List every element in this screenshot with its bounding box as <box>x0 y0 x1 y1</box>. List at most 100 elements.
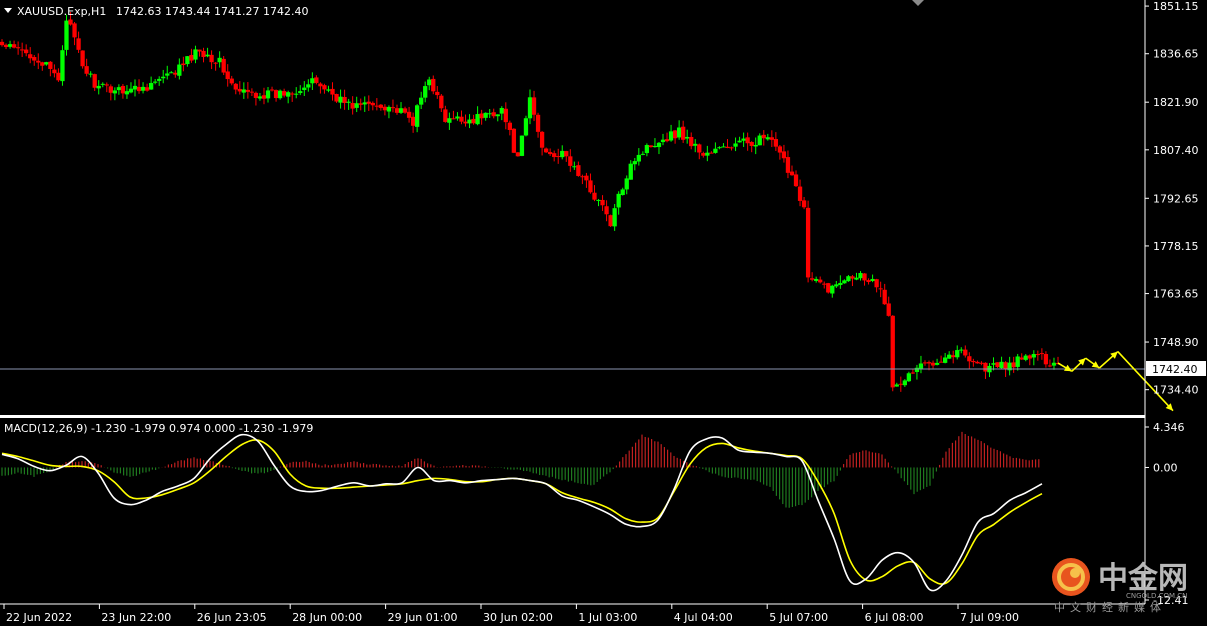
time-tick-label: 1 Jul 03:00 <box>578 611 637 624</box>
candle-body <box>265 90 271 99</box>
candle-body <box>402 108 408 113</box>
candle-body <box>294 93 299 95</box>
candle-body <box>781 151 787 159</box>
candle-body <box>326 89 331 91</box>
candle-body <box>850 276 855 279</box>
candle-body <box>693 143 698 146</box>
candle-body <box>818 279 823 283</box>
candle-body <box>866 280 871 283</box>
candle-body <box>963 349 968 356</box>
candle-body <box>854 277 859 280</box>
candle-body <box>999 361 1004 369</box>
macd-tick-label: 4.346 <box>1153 421 1185 434</box>
candle-body <box>834 284 839 287</box>
candle-body <box>28 54 33 59</box>
candle-body <box>628 163 633 180</box>
candle-body <box>890 315 895 388</box>
candle-body <box>221 58 226 73</box>
price-axis[interactable]: 1851.15 1836.65 1821.90 1807.40 1792.65 1778.… <box>1145 0 1199 397</box>
candle-body <box>1031 354 1036 358</box>
candle-body <box>68 19 73 25</box>
candle-body <box>112 90 118 94</box>
candle-body <box>874 279 879 288</box>
candle-body <box>709 152 714 154</box>
candle-body <box>967 356 972 362</box>
candle-body <box>100 83 105 85</box>
candle-body <box>596 199 601 201</box>
price-tick-label: 1807.40 <box>1153 144 1199 157</box>
candle-body <box>479 113 484 119</box>
candle-body <box>672 130 678 139</box>
candle-body <box>959 349 964 351</box>
candle-body <box>560 150 565 158</box>
panel-separator[interactable] <box>0 415 1145 418</box>
candle-body <box>539 131 545 148</box>
candle-body <box>878 288 883 290</box>
candle-body <box>600 199 605 206</box>
time-tick-label: 30 Jun 02:00 <box>483 611 553 624</box>
candle-body <box>362 102 367 105</box>
candle-body <box>685 136 690 139</box>
candle-body <box>572 166 577 168</box>
candle-body <box>689 136 694 147</box>
ohlc-values: 1742.63 1743.44 1741.27 1742.40 <box>116 5 308 18</box>
candle-body <box>398 108 404 113</box>
candle-body <box>938 361 944 363</box>
candle-body <box>507 122 512 130</box>
candle-body <box>439 95 444 109</box>
price-tick-label: 1748.90 <box>1153 336 1199 349</box>
candle-body <box>431 78 436 92</box>
candle-body <box>548 152 553 155</box>
candle-body <box>701 153 706 156</box>
candle-body <box>717 147 722 149</box>
candle-body <box>318 83 323 87</box>
candle-body <box>846 276 851 282</box>
candle-body <box>652 145 658 148</box>
candle-body <box>15 47 21 49</box>
candle-body <box>519 135 525 156</box>
candle-body <box>427 79 432 86</box>
candle-body <box>531 97 537 115</box>
price-tick-label: 1821.90 <box>1153 96 1199 109</box>
candle-body <box>249 91 255 93</box>
candle-body <box>785 157 791 173</box>
candle-body <box>161 76 166 79</box>
price-tick-label: 1778.15 <box>1153 240 1199 253</box>
candle-body <box>273 90 279 99</box>
candle-body <box>169 72 174 74</box>
candle-body <box>930 362 936 366</box>
candle-body <box>197 49 202 52</box>
candle-body <box>491 112 496 117</box>
candle-body <box>24 49 29 54</box>
candle-body <box>1047 365 1053 367</box>
candle-body <box>116 87 122 91</box>
candle-body <box>447 118 452 123</box>
candle-body <box>475 114 480 125</box>
candle-body <box>60 50 65 82</box>
candle-body <box>253 92 259 98</box>
candle-body <box>898 383 903 385</box>
candle-body <box>290 93 295 95</box>
candle-body <box>233 83 238 90</box>
candle-body <box>753 144 758 147</box>
candle-body <box>543 148 549 153</box>
candle-body <box>96 85 101 89</box>
candle-body <box>394 108 400 113</box>
candle-body <box>902 380 907 386</box>
candle-body <box>286 92 291 97</box>
candle-body <box>370 102 375 106</box>
candle-body <box>951 355 956 358</box>
candle-body <box>801 200 807 208</box>
candle-body <box>749 142 754 146</box>
candle-body <box>1003 362 1008 370</box>
trading-chart[interactable]: XAUUSD.Exp,H1 1742.63 1743.44 1741.27 17… <box>0 0 1207 626</box>
candle-body <box>729 147 734 149</box>
time-tick-label: 7 Jul 09:00 <box>960 611 1019 624</box>
candle-body <box>636 154 641 162</box>
candle-body <box>487 113 492 115</box>
candle-body <box>124 91 130 95</box>
candle-body <box>777 146 783 153</box>
candle-body <box>1043 354 1049 365</box>
candle-body <box>983 362 988 372</box>
candle-body <box>177 64 182 76</box>
